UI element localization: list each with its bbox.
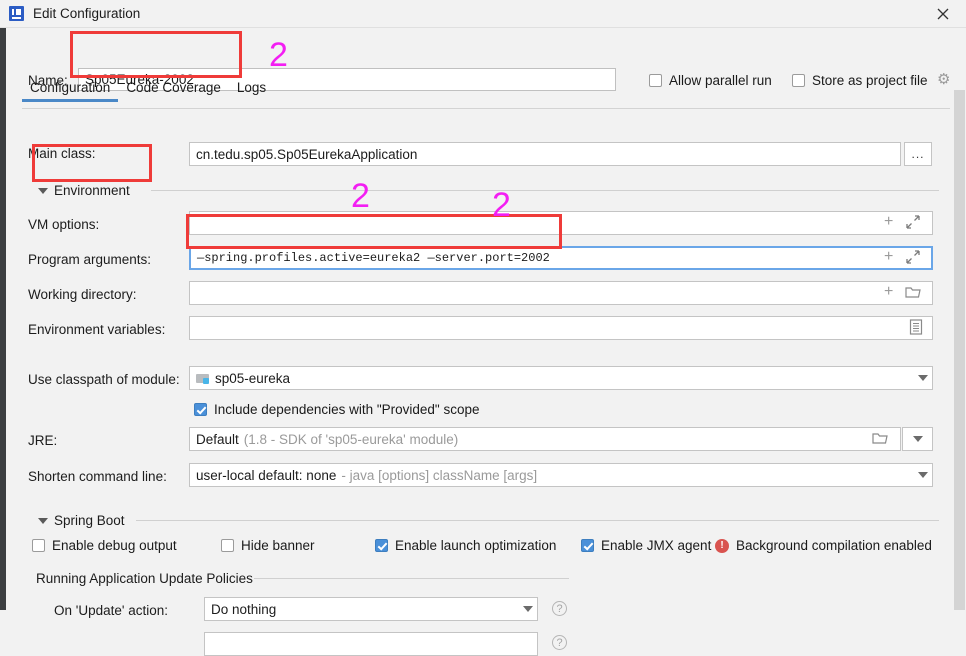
enable-jmx-agent-checkbox[interactable]: Enable JMX agent (581, 538, 711, 553)
enable-launch-optimization-checkbox[interactable]: Enable launch optimization (375, 538, 556, 553)
on-update-action-label: On 'Update' action: (54, 603, 168, 618)
shorten-command-line-label: Shorten command line: (28, 469, 167, 484)
main-class-input[interactable]: cn.tedu.sp05.Sp05EurekaApplication (189, 142, 901, 166)
use-classpath-value: sp05-eureka (215, 370, 291, 386)
environment-section-divider (151, 190, 939, 191)
jre-folder-icon[interactable] (872, 432, 888, 445)
spring-boot-section-header[interactable]: Spring Boot (38, 513, 125, 528)
include-dependencies-checkbox[interactable]: Include dependencies with "Provided" sco… (194, 402, 480, 417)
update-policies-section-header: Running Application Update Policies (36, 571, 253, 586)
program-arguments-value: —spring.profiles.active=eureka2 —server.… (197, 251, 550, 265)
include-dependencies-label: Include dependencies with "Provided" sco… (214, 402, 480, 417)
use-classpath-dropdown[interactable]: sp05-eureka (189, 366, 933, 390)
spring-boot-section-divider (136, 520, 939, 521)
enable-debug-output-checkbox[interactable]: Enable debug output (32, 538, 177, 553)
jre-chevron-down-icon (912, 436, 923, 442)
environment-section-label: Environment (54, 183, 130, 198)
jre-input[interactable]: Default (1.8 - SDK of 'sp05-eureka' modu… (189, 427, 901, 451)
marker-vm-options: 2 (351, 177, 370, 215)
tab-label: Code Coverage (126, 80, 221, 95)
jre-dropdown-button[interactable] (902, 427, 933, 451)
checkbox-box (792, 74, 805, 87)
highlight-name-field (70, 31, 242, 78)
close-icon (937, 8, 949, 20)
window-title: Edit Configuration (33, 6, 141, 21)
marker-name: 2 (269, 36, 288, 74)
on-update-action-value: Do nothing (211, 601, 277, 617)
vm-options-add-icon[interactable]: + (884, 214, 893, 230)
chevron-down-icon (38, 517, 48, 524)
environment-variables-label: Environment variables: (28, 322, 166, 337)
vm-options-expand-icon[interactable] (906, 215, 920, 232)
allow-parallel-run-checkbox[interactable]: Allow parallel run (649, 73, 772, 88)
checkbox-box (375, 539, 388, 552)
working-directory-add-icon[interactable]: + (884, 284, 893, 300)
hide-banner-label: Hide banner (241, 538, 315, 553)
environment-section-header[interactable]: Environment (38, 183, 130, 198)
main-class-value: cn.tedu.sp05.Sp05EurekaApplication (196, 146, 418, 162)
checkbox-box (221, 539, 234, 552)
program-arguments-expand-icon[interactable] (906, 250, 920, 267)
use-classpath-chevron-down-icon[interactable] (918, 375, 928, 381)
program-arguments-label: Program arguments: (28, 252, 152, 267)
update-policies-divider (254, 578, 569, 579)
store-as-project-file-checkbox[interactable]: Store as project file (792, 73, 928, 88)
checkbox-box (194, 403, 207, 416)
jre-label: JRE: (28, 433, 58, 448)
tab-bar: Configuration Code Coverage Logs (22, 80, 274, 102)
enable-debug-output-label: Enable debug output (52, 538, 177, 553)
working-directory-label: Working directory: (28, 287, 137, 302)
enable-jmx-agent-label: Enable JMX agent (601, 538, 712, 553)
tab-label: Logs (236, 80, 267, 95)
update-policies-section-label: Running Application Update Policies (36, 571, 253, 586)
on-frame-deactivation-help-icon[interactable]: ? (552, 635, 567, 650)
close-button[interactable] (920, 0, 966, 28)
document-icon[interactable] (909, 319, 923, 338)
shorten-command-line-value: user-local default: none (196, 467, 337, 483)
checkbox-box (32, 539, 45, 552)
on-update-action-help-icon[interactable]: ? (552, 601, 567, 616)
tab-code-coverage[interactable]: Code Coverage (118, 80, 229, 102)
folder-icon[interactable] (905, 286, 921, 299)
chevron-down-icon (38, 187, 48, 194)
background-compilation-label: Background compilation enabled (736, 538, 932, 553)
dialog-content: Name: Sp05Eureka-2002 Allow parallel run… (6, 28, 966, 656)
allow-parallel-run-label: Allow parallel run (669, 73, 772, 88)
jre-value: Default (196, 431, 239, 447)
use-classpath-label: Use classpath of module: (28, 372, 180, 387)
checkbox-box (649, 74, 662, 87)
tab-configuration[interactable]: Configuration (22, 80, 119, 102)
error-icon: ! (715, 538, 729, 553)
main-class-browse-button[interactable]: ... (904, 142, 932, 166)
hide-banner-checkbox[interactable]: Hide banner (221, 538, 315, 553)
on-update-action-dropdown[interactable]: Do nothing (204, 597, 538, 621)
tab-logs[interactable]: Logs (229, 80, 274, 102)
on-frame-deactivation-dropdown[interactable] (204, 632, 538, 656)
highlight-environment-section (32, 144, 152, 182)
enable-launch-optimization-label: Enable launch optimization (395, 538, 557, 553)
background-compilation-warning[interactable]: ! Background compilation enabled (715, 538, 932, 553)
jre-hint: (1.8 - SDK of 'sp05-eureka' module) (243, 431, 459, 447)
shorten-command-line-dropdown[interactable]: user-local default: none - java [options… (189, 463, 933, 487)
tab-label: Configuration (30, 80, 111, 95)
program-arguments-add-icon[interactable]: + (884, 249, 893, 265)
gear-icon[interactable]: ⚙ (937, 72, 950, 87)
working-directory-input[interactable] (189, 281, 933, 305)
on-update-action-chevron-down-icon[interactable] (523, 606, 533, 612)
spring-boot-section-label: Spring Boot (54, 513, 125, 528)
main-class-browse-label: ... (911, 147, 925, 161)
vm-options-label: VM options: (28, 217, 100, 232)
title-bar: Edit Configuration (0, 0, 966, 28)
shorten-command-line-hint: - java [options] className [args] (341, 467, 538, 483)
scrollbar-thumb[interactable] (954, 90, 965, 610)
shorten-command-line-chevron-down-icon[interactable] (918, 472, 928, 478)
marker-program-arguments: 2 (492, 186, 511, 224)
tab-underline (22, 108, 950, 109)
module-icon (196, 373, 210, 384)
program-arguments-input[interactable]: —spring.profiles.active=eureka2 —server.… (189, 246, 933, 270)
environment-variables-input[interactable] (189, 316, 933, 340)
store-as-project-file-label: Store as project file (812, 73, 928, 88)
intellij-idea-icon (9, 6, 24, 21)
checkbox-box (581, 539, 594, 552)
